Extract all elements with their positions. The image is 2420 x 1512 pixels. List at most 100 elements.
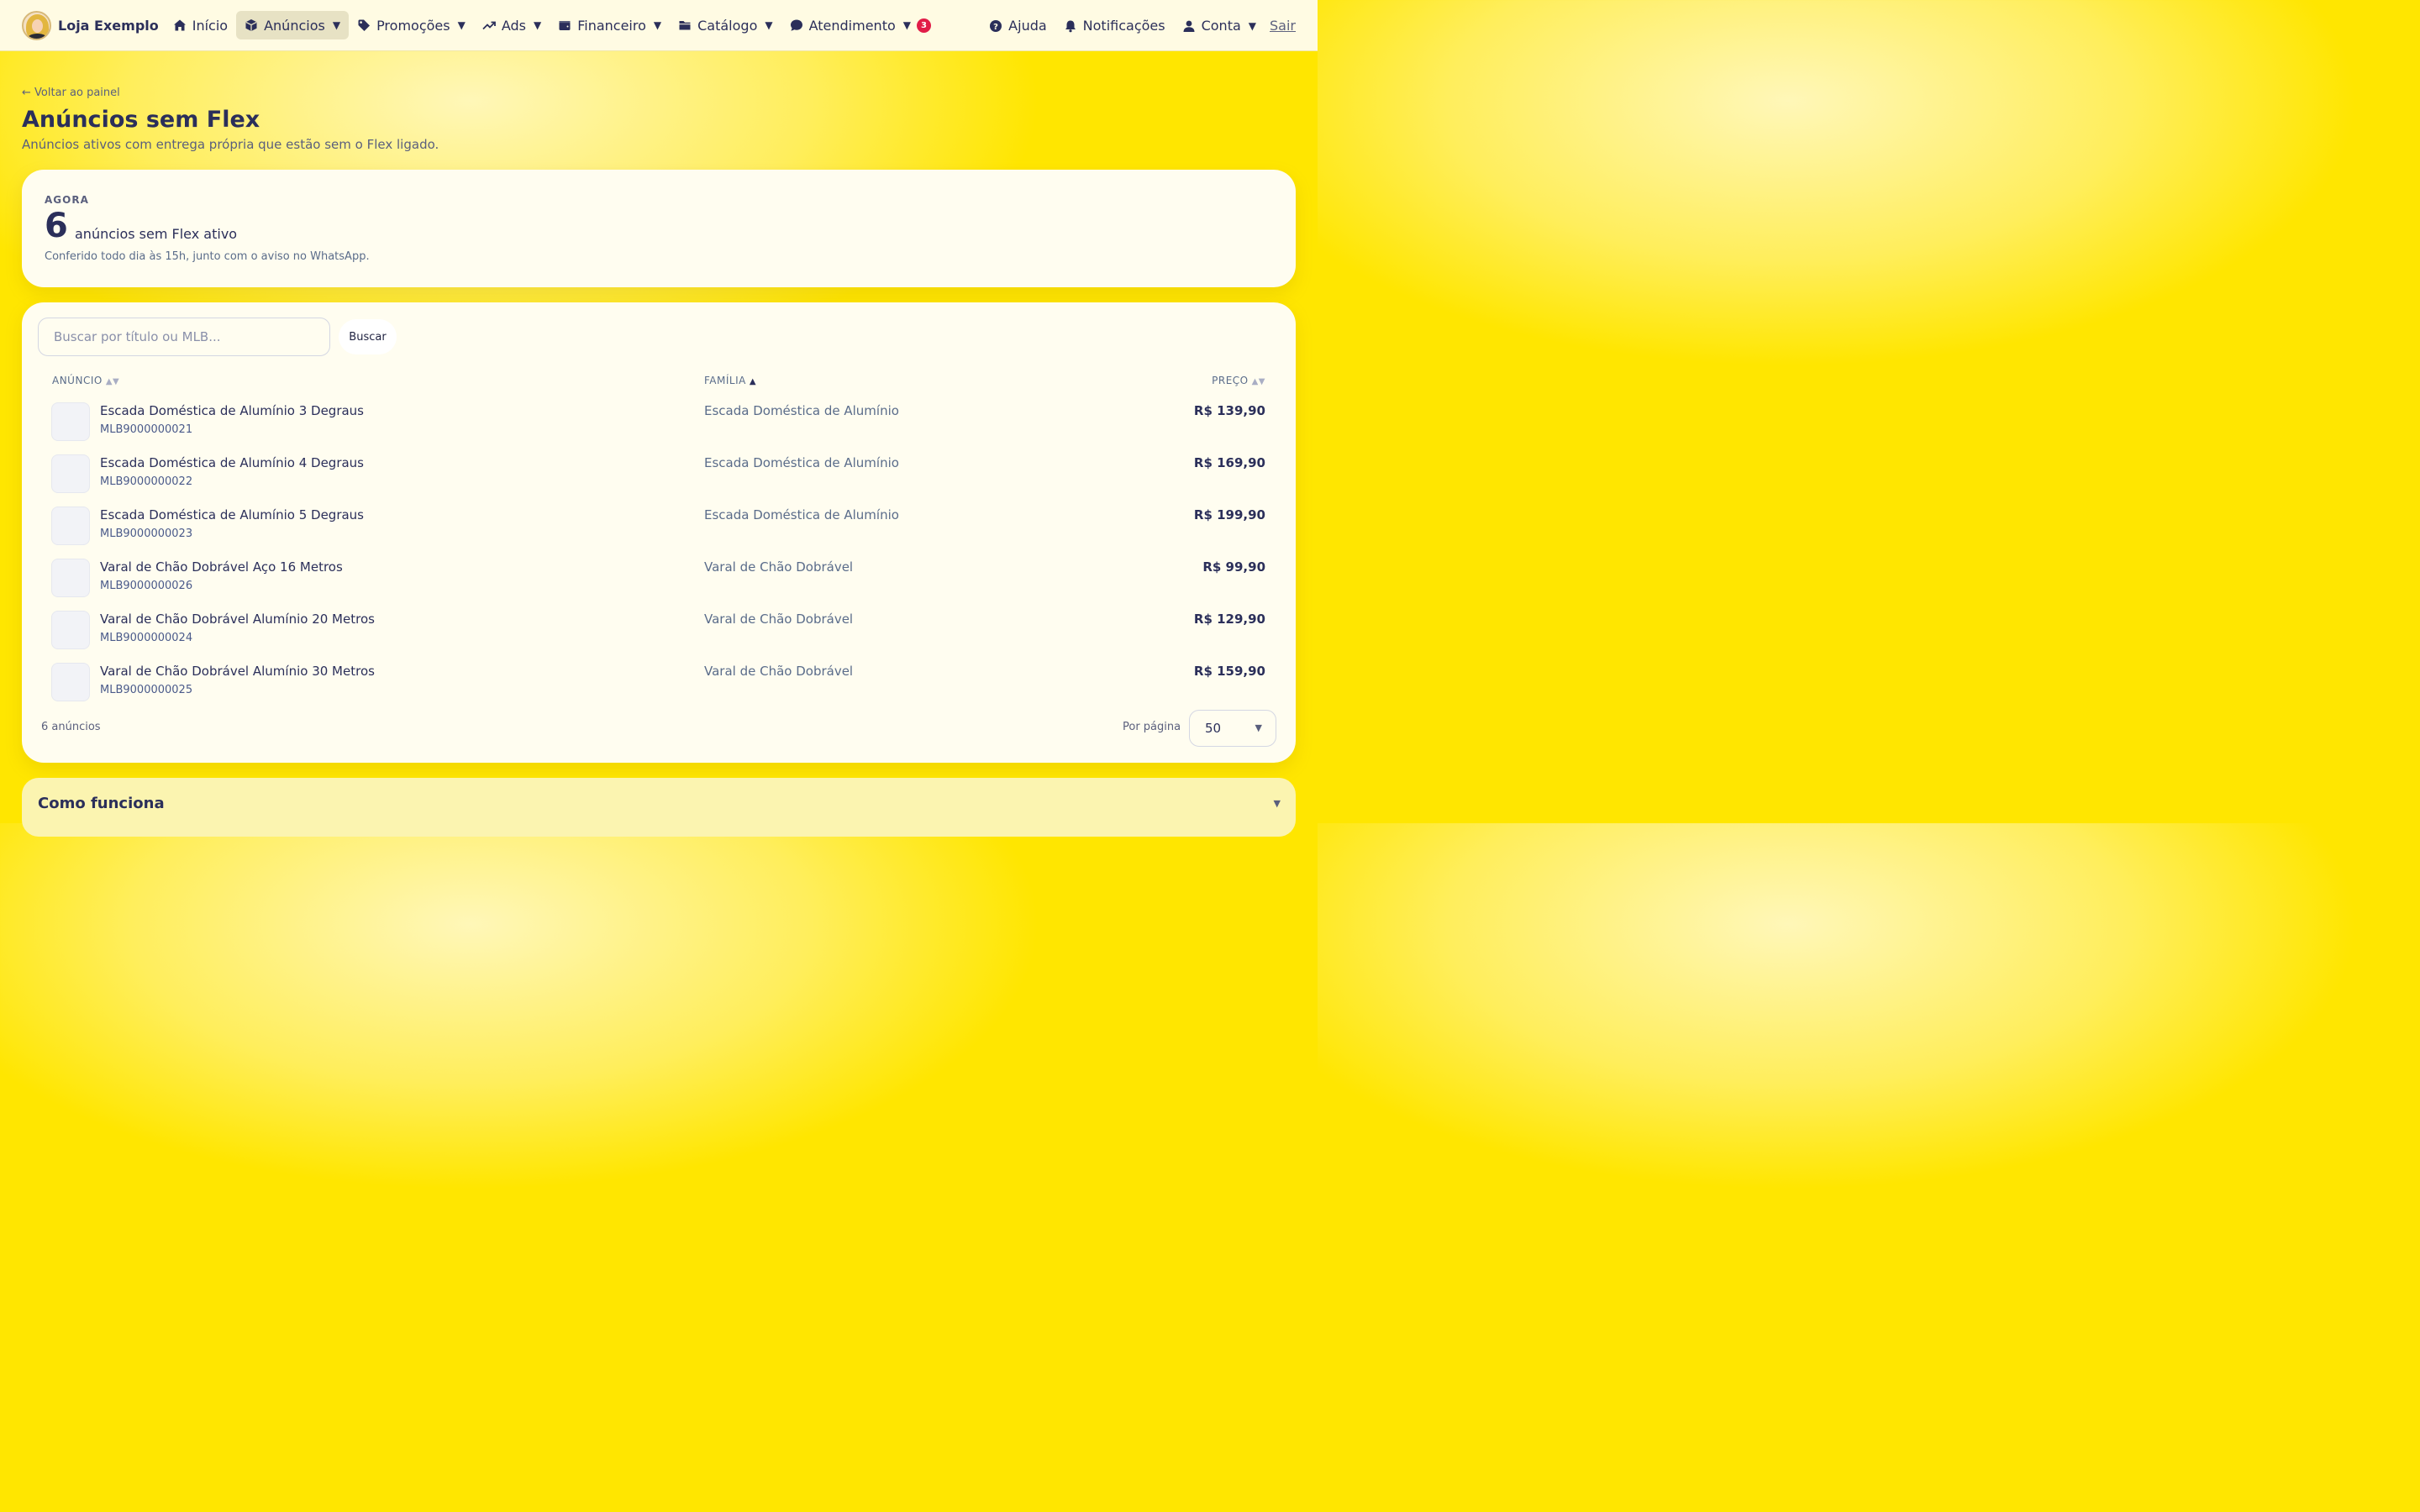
chevron-down-icon: ▼	[533, 19, 542, 31]
brand-name[interactable]: Loja Exemplo	[58, 18, 159, 34]
notifications-label: Notificações	[1082, 18, 1165, 34]
listing-price: R$ 139,90	[1193, 403, 1265, 418]
table-row[interactable]: Varal de Chão Dobrável Alumínio 30 Metro…	[22, 663, 1296, 715]
box-icon	[245, 19, 257, 31]
main-nav: Início Anúncios ▼ Promoções ▼ Ads ▼ Fina…	[165, 11, 939, 39]
page-title: Anúncios sem Flex	[22, 107, 260, 133]
product-thumbnail	[51, 507, 90, 545]
store-avatar[interactable]	[22, 10, 51, 40]
table-row[interactable]: Escada Doméstica de Alumínio 5 Degraus M…	[22, 507, 1296, 559]
folder-icon	[679, 21, 691, 30]
listing-title[interactable]: Varal de Chão Dobrável Alumínio 20 Metro…	[100, 612, 375, 627]
summary-label: AGORA	[45, 194, 89, 206]
listing-mlb: MLB9000000025	[100, 684, 193, 696]
listing-family: Varal de Chão Dobrável	[704, 612, 854, 627]
summary-text: anúncios sem Flex ativo	[75, 226, 238, 242]
nav-promocoes-label: Promoções	[376, 17, 450, 34]
sort-icon: ▲▼	[1251, 377, 1265, 386]
back-to-dashboard-link[interactable]: ← Voltar ao painel	[22, 87, 120, 99]
nav-financeiro[interactable]: Financeiro ▼	[550, 11, 670, 39]
listing-mlb: MLB9000000024	[100, 632, 193, 644]
listing-title[interactable]: Escada Doméstica de Alumínio 3 Degraus	[100, 403, 364, 418]
chevron-down-icon: ▼	[902, 19, 911, 31]
listing-title[interactable]: Varal de Chão Dobrável Alumínio 30 Metro…	[100, 664, 375, 679]
product-thumbnail	[51, 559, 90, 597]
column-familia-label: FAMÍLIA	[704, 375, 746, 386]
nav-ads[interactable]: Ads ▼	[474, 11, 550, 39]
nav-anuncios[interactable]: Anúncios ▼	[236, 11, 350, 39]
chevron-down-icon: ▼	[765, 19, 773, 31]
chevron-down-icon: ▼	[1255, 722, 1262, 733]
listing-price: R$ 169,90	[1193, 455, 1265, 470]
how-it-works-title: Como funciona	[38, 795, 165, 812]
chevron-down-icon: ▼	[653, 19, 662, 31]
product-thumbnail	[51, 402, 90, 441]
help-link[interactable]: ? Ajuda	[981, 12, 1055, 40]
listing-price: R$ 129,90	[1193, 612, 1265, 627]
search-button[interactable]: Buscar	[339, 319, 397, 354]
wallet-icon	[559, 21, 571, 30]
per-page-label: Por página	[1123, 721, 1181, 733]
chevron-down-icon: ▼	[457, 19, 466, 31]
nav-right: ? Ajuda Notificações Conta ▼ Sair	[981, 0, 1296, 51]
column-preco-label: PREÇO	[1212, 375, 1249, 386]
top-nav: Loja Exemplo Início Anúncios ▼ Promoções…	[0, 0, 1318, 51]
table-row[interactable]: Escada Doméstica de Alumínio 4 Degraus M…	[22, 454, 1296, 507]
chevron-down-icon: ▼	[1273, 798, 1281, 809]
product-thumbnail	[51, 611, 90, 649]
summary-card: AGORA 6 anúncios sem Flex ativo Conferid…	[22, 170, 1296, 287]
nav-anuncios-label: Anúncios	[264, 17, 325, 34]
column-header-familia[interactable]: FAMÍLIA ▲	[704, 375, 756, 386]
home-icon	[173, 19, 186, 31]
results-count: 6 anúncios	[41, 721, 101, 733]
how-it-works-accordion[interactable]: Como funciona ▼	[22, 778, 1296, 837]
listing-price: R$ 99,90	[1202, 559, 1265, 575]
account-menu[interactable]: Conta ▼	[1174, 12, 1265, 40]
notification-badge: 3	[916, 18, 931, 33]
logout-link[interactable]: Sair	[1270, 18, 1296, 34]
sort-ascending-icon: ▲	[749, 377, 757, 386]
column-header-anuncio[interactable]: ANÚNCIO ▲▼	[52, 375, 119, 386]
search-input[interactable]	[38, 318, 330, 356]
listing-title[interactable]: Escada Doméstica de Alumínio 5 Degraus	[100, 507, 364, 522]
listing-family: Escada Doméstica de Alumínio	[704, 507, 899, 522]
nav-atendimento-label: Atendimento	[808, 17, 896, 34]
chat-bubble-icon	[790, 19, 802, 31]
summary-note: Conferido todo dia às 15h, junto com o a…	[45, 250, 370, 263]
listing-mlb: MLB9000000021	[100, 423, 193, 436]
trending-up-icon	[482, 21, 496, 30]
per-page-select[interactable]: 50 ▼	[1189, 710, 1276, 747]
bell-icon	[1065, 20, 1076, 32]
chevron-down-icon: ▼	[332, 19, 341, 31]
listing-price: R$ 159,90	[1193, 664, 1265, 679]
nav-inicio-label: Início	[192, 17, 229, 34]
column-anuncio-label: ANÚNCIO	[52, 375, 103, 386]
table-row[interactable]: Varal de Chão Dobrável Alumínio 20 Metro…	[22, 611, 1296, 663]
listing-mlb: MLB9000000022	[100, 475, 193, 488]
account-label: Conta	[1201, 18, 1241, 34]
per-page-value: 50	[1205, 721, 1222, 736]
listing-family: Varal de Chão Dobrável	[704, 664, 854, 679]
help-label: Ajuda	[1008, 18, 1047, 34]
table-row[interactable]: Varal de Chão Dobrável Aço 16 Metros MLB…	[22, 559, 1296, 611]
nav-atendimento[interactable]: Atendimento ▼ 3	[781, 11, 939, 39]
listing-family: Varal de Chão Dobrável	[704, 559, 854, 575]
nav-promocoes[interactable]: Promoções ▼	[349, 11, 474, 39]
notifications-link[interactable]: Notificações	[1055, 12, 1174, 40]
sort-icon: ▲▼	[105, 377, 120, 386]
nav-inicio[interactable]: Início	[165, 11, 236, 39]
nav-financeiro-label: Financeiro	[577, 17, 646, 34]
listing-mlb: MLB9000000026	[100, 580, 193, 592]
tag-icon	[358, 19, 371, 31]
listing-family: Escada Doméstica de Alumínio	[704, 455, 899, 470]
column-header-preco[interactable]: PREÇO ▲▼	[1212, 375, 1265, 386]
listing-title[interactable]: Escada Doméstica de Alumínio 4 Degraus	[100, 455, 364, 470]
nav-catalogo[interactable]: Catálogo ▼	[670, 11, 781, 39]
nav-ads-label: Ads	[501, 17, 526, 34]
listing-price: R$ 199,90	[1193, 507, 1265, 522]
table-row[interactable]: Escada Doméstica de Alumínio 3 Degraus M…	[22, 402, 1296, 454]
product-thumbnail	[51, 454, 90, 493]
listing-title[interactable]: Varal de Chão Dobrável Aço 16 Metros	[100, 559, 343, 575]
summary-count: 6	[45, 207, 68, 245]
user-icon	[1183, 20, 1195, 32]
